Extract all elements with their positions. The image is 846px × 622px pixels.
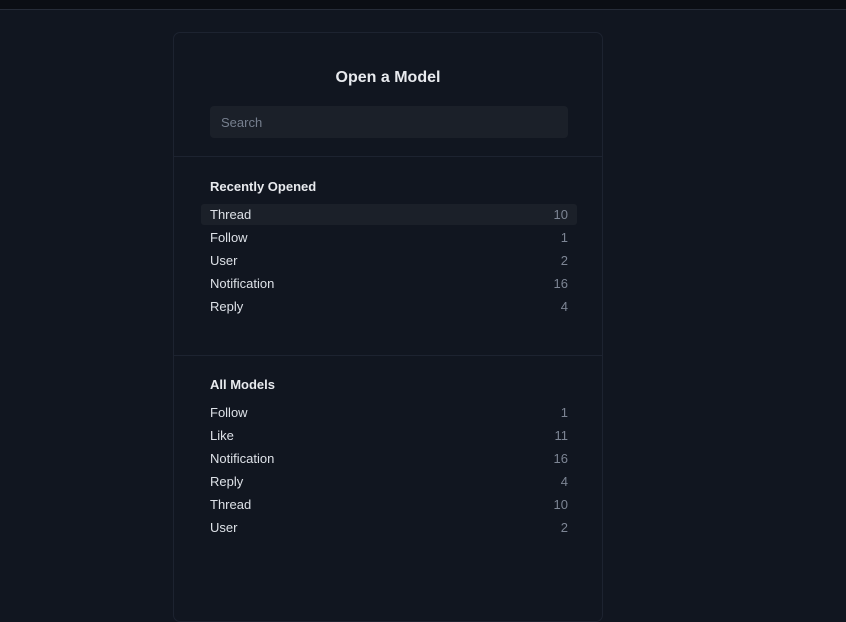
model-item-reply[interactable]: Reply 4: [201, 471, 577, 492]
model-name: Follow: [210, 230, 248, 245]
model-item-like[interactable]: Like 11: [201, 425, 577, 446]
model-count: 10: [553, 207, 568, 222]
recent-item-follow[interactable]: Follow 1: [201, 227, 577, 248]
divider: [174, 156, 602, 157]
model-name: Reply: [210, 299, 244, 314]
model-name: Thread: [210, 497, 252, 512]
recent-item-user[interactable]: User 2: [201, 250, 577, 271]
model-count: 4: [560, 474, 568, 489]
model-count: 11: [554, 428, 569, 443]
all-models-list: Follow 1 Like 11 Notification 16 Reply 4…: [201, 402, 577, 540]
divider: [174, 355, 602, 356]
top-bar: [0, 0, 846, 10]
model-item-notification[interactable]: Notification 16: [201, 448, 577, 469]
recent-item-thread[interactable]: Thread 10: [201, 204, 577, 225]
model-count: 4: [560, 299, 568, 314]
model-count: 2: [560, 253, 568, 268]
recent-item-notification[interactable]: Notification 16: [201, 273, 577, 294]
open-model-dialog: Open a Model Recently Opened Thread 10 F…: [173, 32, 603, 622]
recently-opened-heading: Recently Opened: [210, 179, 317, 194]
model-count: 16: [553, 451, 568, 466]
model-name: Reply: [210, 474, 244, 489]
model-name: Notification: [210, 276, 275, 291]
all-models-heading: All Models: [210, 377, 276, 392]
model-name: Follow: [210, 405, 248, 420]
search-input[interactable]: [210, 106, 568, 138]
model-name: Thread: [210, 207, 252, 222]
model-count: 2: [560, 520, 568, 535]
model-count: 1: [560, 230, 568, 245]
recently-opened-list: Thread 10 Follow 1 User 2 Notification 1…: [201, 204, 577, 319]
recent-item-reply[interactable]: Reply 4: [201, 296, 577, 317]
model-name: User: [210, 253, 238, 268]
model-count: 1: [560, 405, 568, 420]
dialog-title: Open a Model: [335, 69, 441, 86]
model-count: 10: [553, 497, 568, 512]
model-count: 16: [553, 276, 568, 291]
model-item-follow[interactable]: Follow 1: [201, 402, 577, 423]
model-name: User: [210, 520, 238, 535]
model-item-thread[interactable]: Thread 10: [201, 494, 577, 515]
model-name: Notification: [210, 451, 275, 466]
model-item-user[interactable]: User 2: [201, 517, 577, 538]
model-name: Like: [210, 428, 234, 443]
